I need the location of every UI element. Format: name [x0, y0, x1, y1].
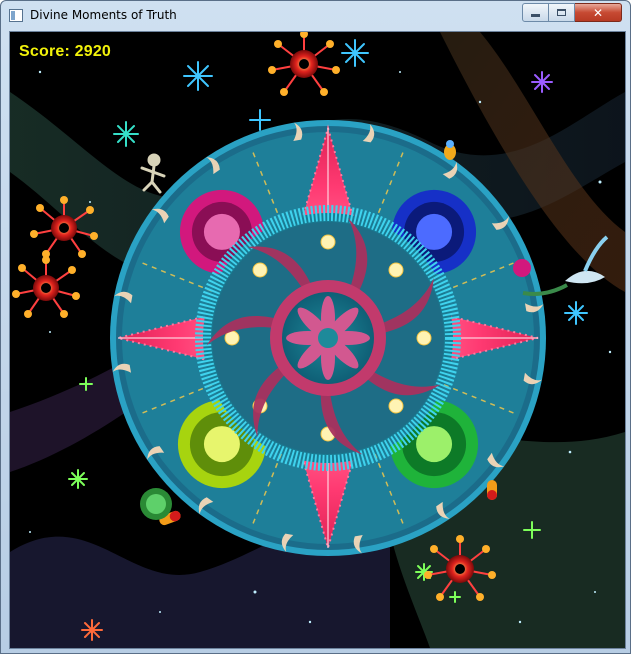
- window-title: Divine Moments of Truth: [30, 8, 177, 22]
- title-bar[interactable]: Divine Moments of Truth ✕: [1, 1, 630, 31]
- minimize-button[interactable]: [522, 3, 549, 22]
- game-window: Divine Moments of Truth ✕ Score: 2920: [0, 0, 631, 654]
- mandala-wheel: [110, 120, 546, 556]
- maximize-button[interactable]: [549, 3, 575, 22]
- pink-bloom: [513, 259, 531, 277]
- maximize-icon: [557, 9, 566, 16]
- game-scene: [10, 32, 625, 648]
- app-icon: [9, 9, 23, 22]
- close-icon: ✕: [592, 5, 604, 20]
- pill-capsule-right: [487, 480, 497, 500]
- green-orb: [140, 488, 172, 520]
- minimize-icon: [531, 14, 540, 17]
- game-canvas[interactable]: Score: 2920: [9, 31, 626, 649]
- close-button[interactable]: ✕: [575, 3, 622, 22]
- score-display: Score: 2920: [19, 43, 112, 60]
